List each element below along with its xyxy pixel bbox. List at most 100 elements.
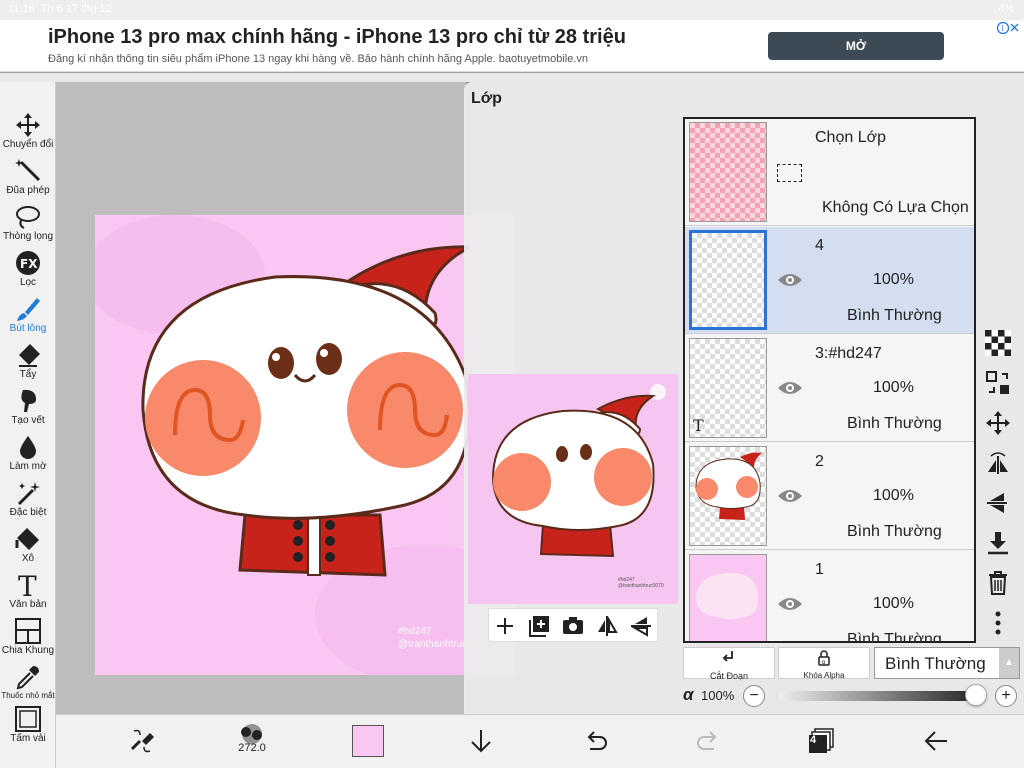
download-button[interactable] [461, 723, 501, 761]
opacity-row: α 100% − + [683, 683, 1023, 709]
tool-eyedropper[interactable]: Thuốc nhỏ mắt [0, 660, 56, 704]
tool-bucket[interactable]: Xô [0, 522, 56, 566]
layer-move-button[interactable] [985, 410, 1013, 438]
layer-opacity: 100% [873, 271, 914, 288]
frame-divider-icon [15, 618, 41, 644]
ad-info-icon[interactable]: i [996, 20, 1022, 38]
artwork-canvas[interactable]: #hd247 @tranthanhtruc0070 [95, 215, 515, 675]
layer-art-thumbnail [695, 452, 762, 520]
more-options-button[interactable] [985, 610, 1013, 638]
selection-layer[interactable]: Chọn Lớp Không Có Lựa Chọn [685, 119, 974, 226]
camera-import-button[interactable] [561, 614, 585, 638]
layers-button[interactable]: 4 [801, 723, 841, 761]
current-color [352, 725, 384, 757]
plus-icon [497, 618, 513, 634]
blend-mode-select[interactable]: Bình Thường ▲ [874, 647, 1020, 679]
preview-illustration [491, 384, 666, 558]
layer-flip-h-button[interactable] [985, 450, 1013, 478]
layer-blend-mode: Bình Thường [847, 523, 942, 540]
tool-frame-divider[interactable]: Chia Khung [0, 614, 56, 658]
layer-count: 4 [810, 734, 817, 746]
visibility-toggle[interactable] [777, 595, 803, 618]
arrow-left-icon [924, 731, 947, 751]
layer-row[interactable]: 1 100% Bình Thường [685, 551, 974, 643]
blend-mode-value: Bình Thường [885, 654, 986, 673]
opacity-decrease-button[interactable]: − [743, 685, 765, 707]
camera-icon [563, 617, 583, 634]
opacity-slider-handle[interactable] [965, 684, 987, 706]
eye-icon [778, 382, 802, 394]
layer-row[interactable]: T 3:#hd247 100% Bình Thường [685, 335, 974, 442]
dropdown-arrow-icon: ▲ [999, 648, 1019, 678]
opacity-slider[interactable] [779, 691, 979, 701]
selection-layer-name: Chọn Lớp [815, 129, 886, 146]
checker-layer-button[interactable] [985, 330, 1013, 358]
tool-label: Văn bản [9, 599, 47, 610]
visibility-toggle[interactable] [777, 379, 803, 402]
color-swatch[interactable] [348, 723, 388, 761]
back-button[interactable] [916, 723, 956, 761]
redo-button[interactable] [688, 723, 728, 761]
layer-row[interactable]: 2 100% Bình Thường [685, 443, 974, 550]
flip-horizontal-button[interactable] [595, 614, 619, 638]
tool-blur[interactable]: Làm mờ [0, 430, 56, 474]
layer-swap-icon [986, 371, 1009, 394]
layer-thumbnail [689, 230, 767, 330]
layer-name: 1 [815, 561, 824, 578]
ad-open-button[interactable]: MỞ [768, 32, 944, 60]
tool-filter[interactable]: FX Lọc [0, 246, 56, 290]
layer-transform-button[interactable] [985, 370, 1013, 398]
selection-layer-thumbnail [689, 122, 767, 222]
layer-blend-mode: Bình Thường [847, 631, 942, 643]
tool-magic-wand[interactable]: Đũa phép [0, 154, 56, 198]
visibility-toggle[interactable] [777, 271, 803, 294]
layer-name: 3:#hd247 [815, 345, 882, 362]
tool-smudge[interactable]: Tạo vết [0, 384, 56, 428]
ad-banner[interactable]: iPhone 13 pro max chính hãng - iPhone 13… [0, 20, 1024, 72]
svg-text:i: i [1002, 24, 1004, 33]
tool-transform[interactable]: Chuyển đổi [0, 108, 56, 152]
lock-icon: α [818, 650, 830, 666]
undo-button[interactable] [576, 723, 616, 761]
svg-text:T: T [18, 572, 37, 598]
tool-text[interactable]: T Văn bản [0, 568, 56, 612]
layer-row[interactable]: 4 100% Bình Thường [685, 227, 974, 334]
tool-special[interactable]: Đặc biệt [0, 476, 56, 520]
tool-eraser[interactable]: Tẩy [0, 338, 56, 382]
tool-label: Chia Khung [1, 645, 55, 656]
text-layer-icon: T [693, 416, 704, 435]
clipping-button[interactable]: Cắt Đoạn [683, 647, 775, 681]
trash-icon [989, 571, 1007, 595]
alpha-lock-button[interactable]: α Khóa Alpha [778, 647, 870, 680]
redo-icon [697, 731, 717, 750]
selection-marquee-icon [777, 164, 802, 182]
lasso-icon [16, 206, 40, 229]
preview-toolbar [488, 608, 658, 642]
merge-down-button[interactable] [985, 530, 1013, 558]
text-icon: T [18, 572, 37, 598]
alpha-lock-label: Khóa Alpha [803, 671, 845, 680]
tool-brush[interactable]: Bút lông [0, 292, 56, 336]
tool-lasso[interactable]: Thòng lọng [0, 200, 56, 244]
brush-mode-toggle[interactable] [122, 723, 162, 761]
ad-headline[interactable]: iPhone 13 pro max chính hãng - iPhone 13… [48, 26, 626, 49]
canvas-icon [15, 706, 41, 732]
clip-arrow-icon [722, 651, 733, 662]
panel-title: Lớp [471, 90, 502, 107]
brush-size-indicator[interactable]: 272.0 [230, 723, 274, 761]
tool-label: Bút lông [9, 323, 47, 334]
tool-canvas[interactable]: Tấm vải [0, 702, 56, 746]
opacity-increase-button[interactable]: + [995, 685, 1017, 707]
alpha-symbol: α [683, 685, 694, 704]
visibility-toggle[interactable] [777, 487, 803, 510]
tool-sidebar: Chuyển đổi Đũa phép Thòng lọng FX Lọc Bú… [0, 82, 56, 768]
brush-eraser-swap-icon [130, 729, 154, 753]
duplicate-layer-button[interactable] [527, 614, 551, 638]
add-layer-button[interactable] [493, 614, 517, 638]
tool-label: Đũa phép [6, 185, 50, 196]
tool-label: Đặc biệt [9, 507, 47, 518]
delete-layer-button[interactable] [985, 570, 1013, 598]
flip-vertical-button[interactable] [629, 614, 653, 638]
battery-indicator: 4% [998, 3, 1014, 15]
layer-flip-v-button[interactable] [985, 490, 1013, 518]
